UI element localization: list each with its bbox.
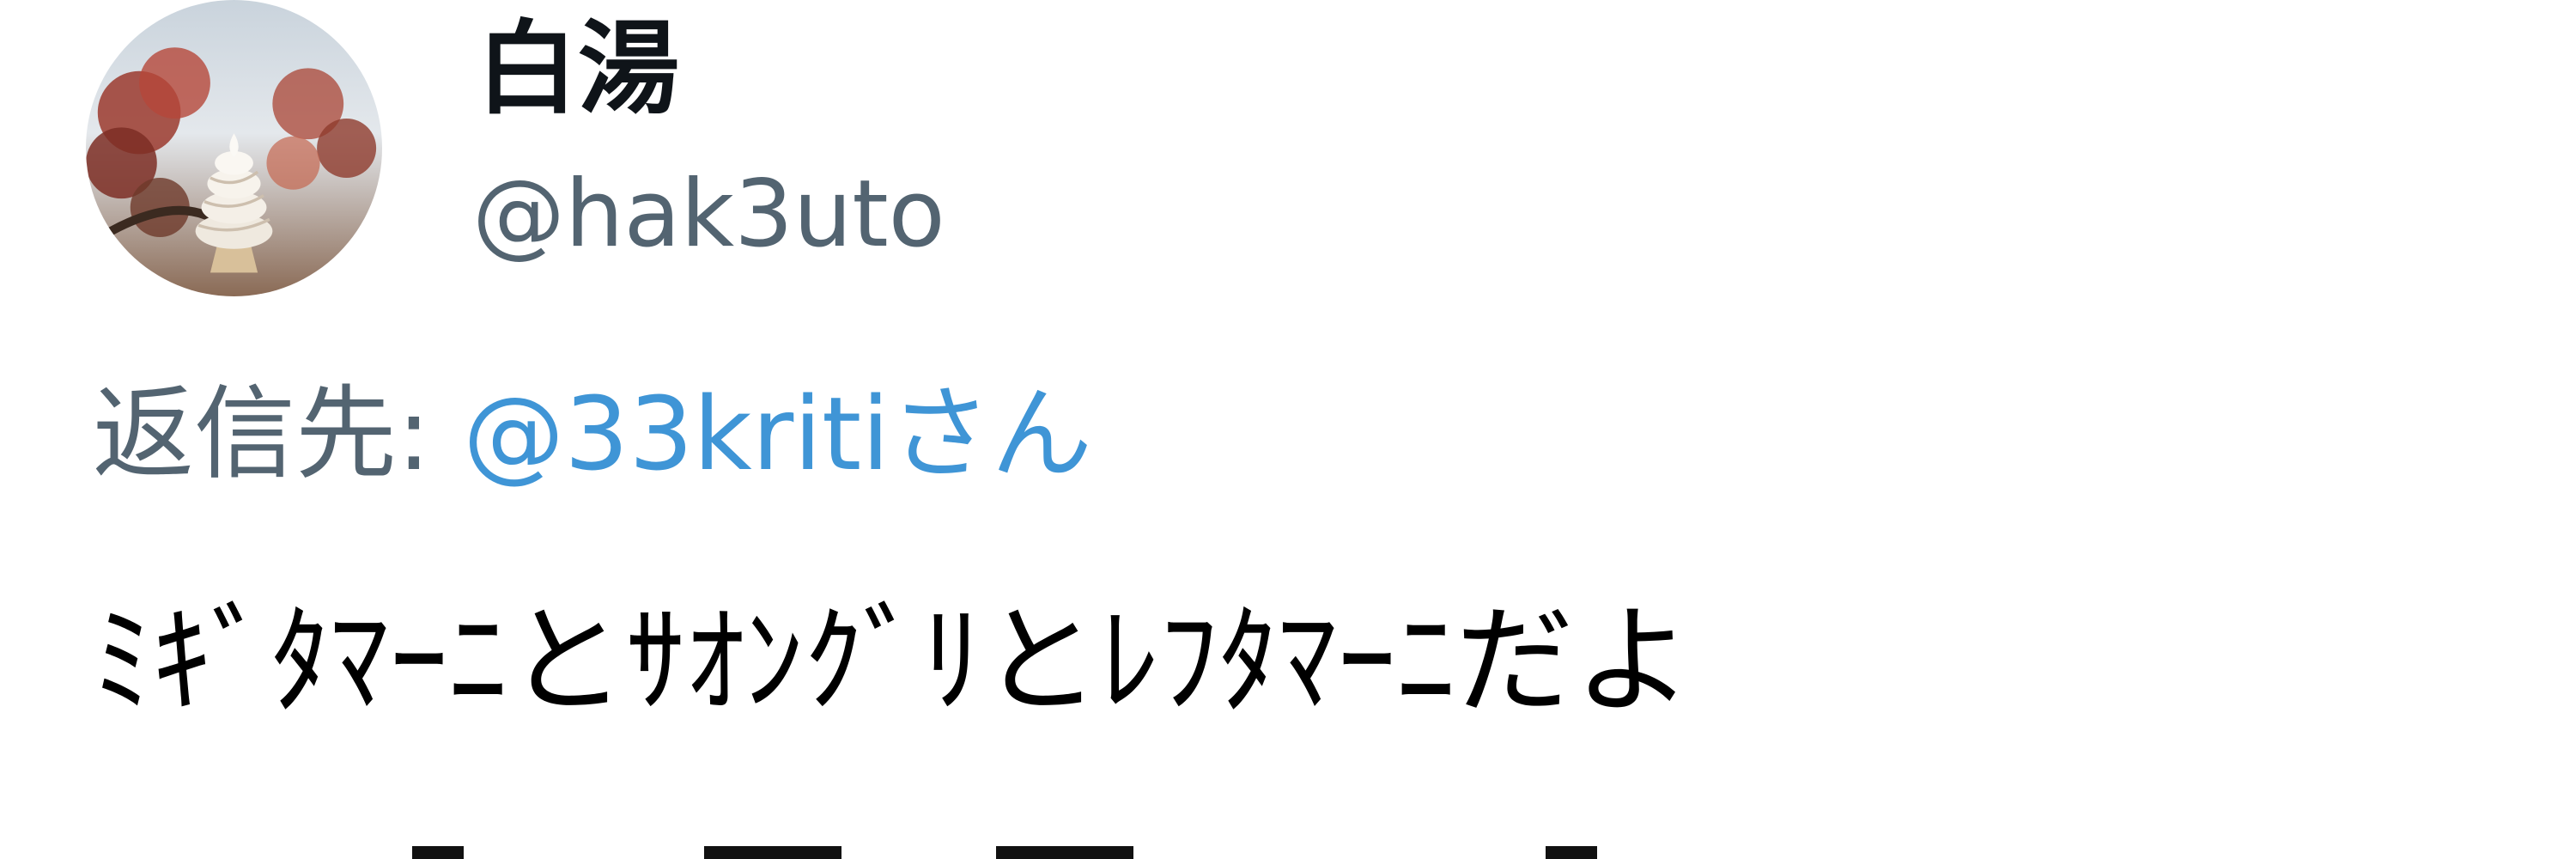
- tweet-text: ﾐｷﾞﾀﾏｰﾆとｻｵﾝｸﾞﾘとﾚﾌﾀﾏｰﾆだよ: [93, 592, 1692, 730]
- reply-mention-link[interactable]: @33kritiさん: [463, 375, 1092, 493]
- user-handle[interactable]: @hak3uto: [472, 159, 945, 271]
- tweet: 白湯 @hak3uto 返信先: @33kritiさん ﾐｷﾞﾀﾏｰﾆとｻｵﾝｸ…: [0, 0, 2576, 859]
- display-name[interactable]: 白湯: [477, 9, 679, 129]
- clipped-text-fragment: [258, 846, 1975, 859]
- reply-to-line: 返信先: @33kritiさん: [93, 374, 1092, 494]
- avatar-image: [86, 0, 382, 296]
- reply-to-label: 返信先:: [93, 375, 464, 493]
- avatar[interactable]: [86, 0, 382, 296]
